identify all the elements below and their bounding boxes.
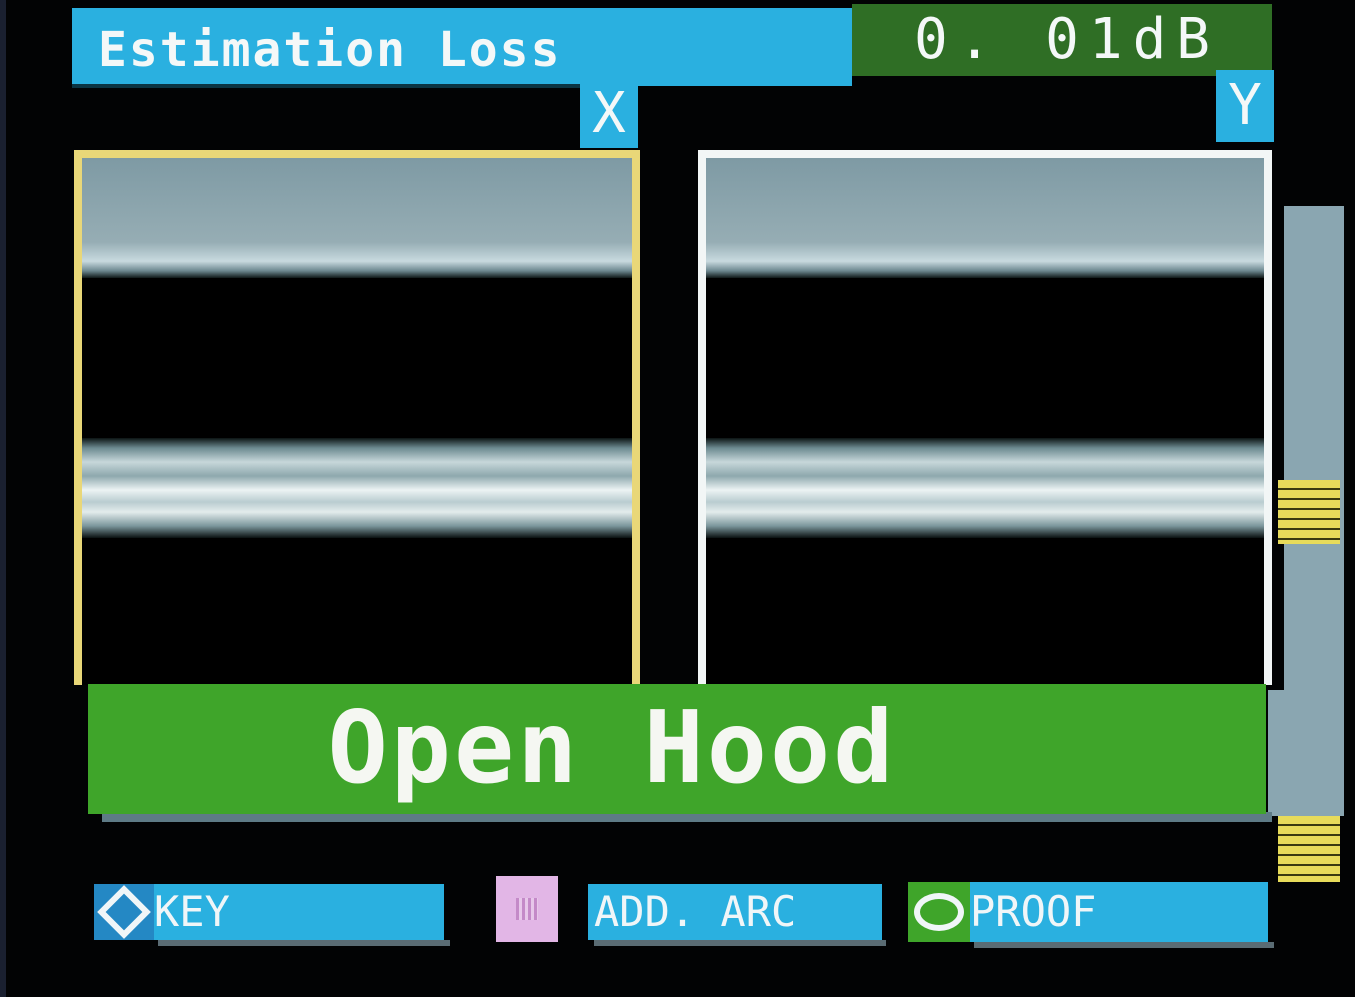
scrollbar-thumb-upper[interactable] — [1278, 480, 1340, 544]
scrollbar-track-lower — [1268, 690, 1344, 816]
key-button-label: KEY — [154, 887, 230, 936]
scrollbar-thumb-lower[interactable] — [1278, 816, 1340, 882]
title-underline — [72, 84, 592, 88]
y-electrode-band — [706, 158, 1264, 278]
square-icon[interactable] — [496, 876, 558, 942]
proof-button[interactable]: PROOF — [908, 882, 1268, 942]
key-button[interactable]: KEY — [94, 884, 444, 940]
add-arc-button-shadow — [594, 940, 886, 946]
loss-value: 0. 01dB — [914, 7, 1221, 72]
page-title: Estimation Loss — [98, 22, 562, 78]
x-camera-view — [74, 150, 640, 685]
y-view-label: Y — [1216, 70, 1274, 142]
fusion-splicer-screen: Estimation Loss 0. 01dB X Y Open Hood KE… — [0, 0, 1355, 997]
status-message: Open Hood — [327, 689, 897, 806]
x-electrode-band — [82, 158, 632, 278]
x-fiber-image — [82, 438, 632, 538]
x-view-label: X — [580, 78, 638, 148]
y-camera-view — [698, 150, 1272, 685]
diamond-icon — [94, 884, 154, 940]
proof-button-label: PROOF — [970, 887, 1097, 936]
add-arc-button[interactable]: ADD. ARC — [588, 884, 882, 940]
proof-button-shadow — [974, 942, 1274, 948]
status-banner: Open Hood — [88, 684, 1266, 814]
add-arc-button-label: ADD. ARC — [594, 887, 797, 936]
key-button-shadow — [158, 940, 450, 946]
circle-icon — [908, 882, 970, 942]
y-fiber-image — [706, 438, 1264, 538]
